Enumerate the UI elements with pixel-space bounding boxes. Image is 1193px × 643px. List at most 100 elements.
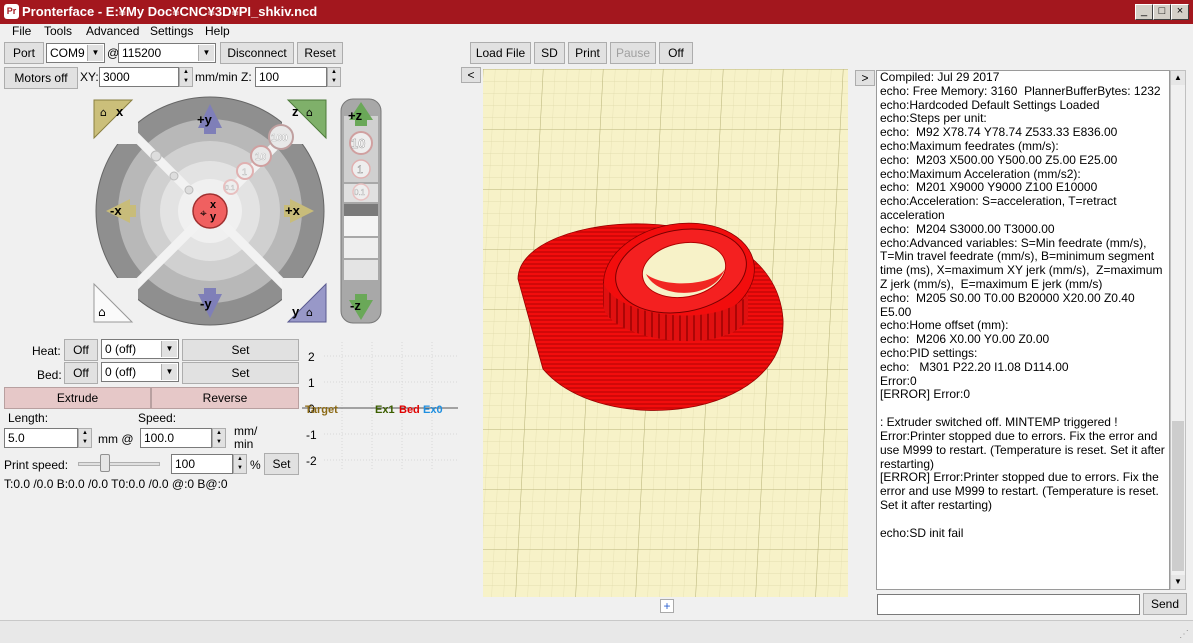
step-01-badge: 0.1 — [223, 179, 239, 195]
load-file-button[interactable]: Load File — [470, 42, 531, 64]
print-speed-label: Print speed: — [4, 458, 69, 472]
off-button[interactable]: Off — [659, 42, 693, 64]
center-y-label: y — [210, 211, 217, 223]
xy-jog-control[interactable]: ⌂ x z ⌂ ⌂ y ⌂ +y -y +x -x 100 10 1 0.1 ⌖xy — [90, 96, 330, 326]
console-line: echo:PID settings: — [880, 345, 978, 360]
speed-input[interactable]: 100.0 — [140, 428, 212, 448]
heat-select[interactable]: 0 (off) ▼ — [101, 339, 179, 359]
step-1-label: 1 — [242, 167, 247, 177]
z-jog-control[interactable]: +z 10 1 0.1 -z — [340, 98, 382, 324]
xy-label: XY: — [80, 70, 99, 84]
speed-stepper[interactable]: ▲ ▼ — [212, 428, 226, 448]
center-xy-button[interactable]: ⌖xy — [192, 193, 228, 229]
console-line: echo:Home offset (mm): — [880, 318, 1009, 333]
console-line: : Extruder switched off. MINTEMP trigger… — [880, 415, 1118, 430]
console-line: echo:Maximum Acceleration (mm/s2): — [880, 166, 1081, 181]
length-input[interactable]: 5.0 — [4, 428, 78, 448]
print-button[interactable]: Print — [568, 42, 607, 64]
console-log[interactable]: Compiled: Jul 29 2017 echo: Free Memory:… — [876, 70, 1170, 590]
bed-select[interactable]: 0 (off) ▼ — [101, 362, 179, 382]
svg-text:⌂: ⌂ — [306, 306, 313, 319]
scroll-thumb[interactable] — [1172, 421, 1184, 571]
z-feedrate-stepper[interactable]: ▲ ▼ — [327, 67, 341, 87]
z-feedrate-input[interactable]: 100 — [255, 67, 327, 87]
print-speed-input[interactable]: 100 — [171, 454, 233, 474]
heat-label: Heat: — [32, 344, 61, 358]
motors-off-button[interactable]: Motors off — [4, 67, 78, 89]
port-value: COM9 — [50, 46, 85, 60]
menu-advanced[interactable]: Advanced — [86, 24, 139, 38]
svg-text:⌖: ⌖ — [200, 206, 207, 220]
z-step-10-badge[interactable]: 10 — [349, 131, 373, 155]
port-select[interactable]: COM9 ▼ — [46, 43, 105, 63]
bed-set-button[interactable]: Set — [182, 362, 299, 384]
reverse-button[interactable]: Reverse — [151, 387, 299, 409]
home-x-label: x — [116, 104, 124, 119]
command-input[interactable] — [877, 594, 1140, 615]
bed-off-button[interactable]: Off — [64, 362, 98, 384]
collapse-left-button[interactable]: < — [461, 67, 481, 83]
chevron-down-icon[interactable]: ▼ — [87, 45, 103, 61]
baud-select[interactable]: 115200 ▼ — [118, 43, 216, 63]
scroll-down-icon[interactable]: ▼ — [1171, 575, 1185, 589]
menu-help[interactable]: Help — [205, 24, 230, 38]
heat-set-button[interactable]: Set — [182, 339, 299, 361]
z-step-1-label: 1 — [357, 164, 363, 176]
print-speed-slider-track[interactable] — [78, 462, 160, 466]
scroll-up-icon[interactable]: ▲ — [1171, 71, 1185, 85]
console-line: echo: M204 S3000.00 T3000.00 — [880, 221, 1055, 236]
length-stepper[interactable]: ▲ ▼ — [78, 428, 92, 448]
extrude-button[interactable]: Extrude — [4, 387, 151, 409]
pause-button[interactable]: Pause — [610, 42, 656, 64]
print-speed-stepper[interactable]: ▲ ▼ — [233, 454, 247, 474]
graph-ytick-2: 2 — [308, 350, 315, 364]
length-label: Length: — [8, 411, 49, 425]
chevron-down-icon[interactable]: ▼ — [198, 45, 214, 61]
z-step-01-badge[interactable]: 0.1 — [352, 183, 370, 201]
z-plus-label: +z — [348, 108, 363, 123]
console-line: echo:Maximum feedrates (mm/s): — [880, 138, 1059, 153]
menu-file[interactable]: File — [12, 24, 31, 38]
chevron-down-icon[interactable]: ▼ — [161, 364, 177, 380]
collapse-right-button[interactable]: > — [855, 70, 875, 86]
3d-viewer[interactable] — [483, 69, 848, 597]
maximize-icon[interactable]: □ — [1153, 4, 1171, 20]
minimize-icon[interactable]: _ — [1135, 4, 1153, 20]
reset-button[interactable]: Reset — [297, 42, 343, 64]
sd-button[interactable]: SD — [534, 42, 565, 64]
xy-feedrate-input[interactable]: 3000 — [99, 67, 179, 87]
minus-y-label: -y — [200, 296, 212, 311]
legend-bed: Bed — [399, 404, 420, 416]
z-step-01-label: 0.1 — [354, 188, 366, 197]
console-line: [ERROR] Error:Printer stopped due to err… — [880, 470, 1163, 512]
disconnect-button[interactable]: Disconnect — [220, 42, 294, 64]
menu-tools[interactable]: Tools — [44, 24, 72, 38]
port-button[interactable]: Port — [4, 42, 44, 64]
bed-label: Bed: — [37, 368, 62, 382]
zoom-plus-button[interactable]: + — [660, 599, 674, 613]
console-scrollbar[interactable]: ▲ ▼ — [1170, 70, 1186, 590]
print-speed-slider-thumb[interactable] — [99, 454, 110, 472]
extrude-mmmin-label: mm/ min — [234, 424, 258, 451]
legend-target: Target — [305, 404, 338, 416]
percent-label: % — [250, 458, 261, 472]
print-speed-set-button[interactable]: Set — [264, 453, 299, 475]
z-step-1-badge[interactable]: 1 — [351, 159, 371, 179]
window-title: Pronterface - E:¥My Doc¥CNC¥3D¥PI_shkiv.… — [22, 4, 318, 19]
plus-y-label: +y — [197, 112, 213, 127]
heat-off-button[interactable]: Off — [64, 339, 98, 361]
console-line: echo:Hardcoded Default Settings Loaded — [880, 97, 1100, 112]
heat-value: 0 (off) — [105, 342, 137, 356]
speed-label: Speed: — [138, 411, 177, 425]
chevron-down-icon[interactable]: ▼ — [161, 341, 177, 357]
graph-ytick-neg1: -1 — [306, 428, 317, 442]
resize-grip-icon[interactable]: ⋰ — [1179, 630, 1189, 640]
send-button[interactable]: Send — [1143, 593, 1187, 615]
close-icon[interactable]: × — [1171, 4, 1189, 20]
step-100-badge: 100 — [268, 124, 294, 150]
step-01-label: 0.1 — [225, 185, 235, 192]
menu-settings[interactable]: Settings — [150, 24, 193, 38]
status-bar: ⋰ — [0, 620, 1193, 643]
mm-at-label: mm @ — [98, 432, 134, 446]
xy-feedrate-stepper[interactable]: ▲ ▼ — [179, 67, 193, 87]
